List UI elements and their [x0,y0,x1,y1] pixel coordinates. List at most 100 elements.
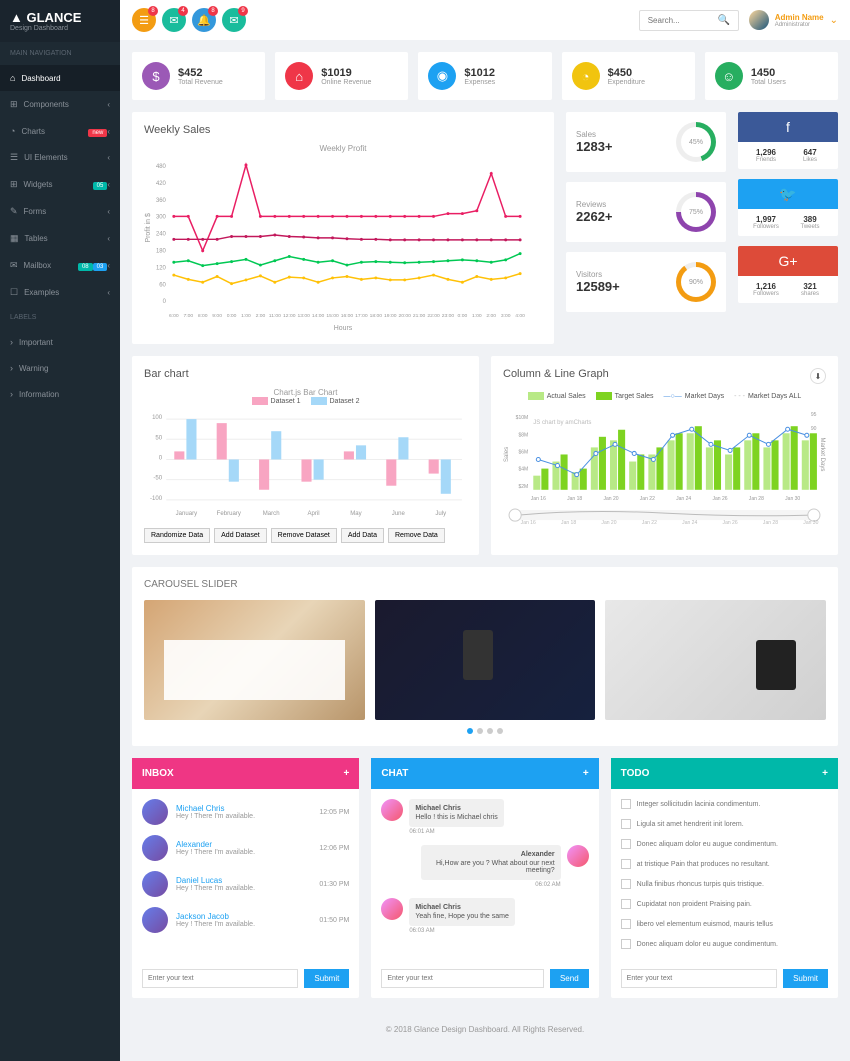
checkbox[interactable] [621,939,631,949]
nav-item-charts[interactable]: ◔Chartsnew‹ [0,118,120,144]
svg-text:180: 180 [156,248,167,254]
inbox-expand[interactable]: + [343,768,349,779]
nav-item-mailbox[interactable]: ✉Mailbox0803‹ [0,252,120,279]
svg-text:February: February [217,511,242,517]
svg-text:$6M: $6M [518,450,528,456]
nav-label-warning[interactable]: ›Warning [0,355,120,381]
inbox-item[interactable]: Michael ChrisHey ! There I'm available.1… [142,799,349,825]
svg-text:3:00: 3:00 [501,313,511,319]
download-icon[interactable]: ⬇ [810,368,826,384]
chart-btn-add-dataset[interactable]: Add Dataset [214,528,267,543]
svg-text:Jan 20: Jan 20 [601,520,616,525]
chart-btn-remove-dataset[interactable]: Remove Dataset [271,528,337,543]
todo-item[interactable]: Donec aliquam dolor eu augue condimentum… [621,839,828,849]
chat-send-button[interactable]: Send [550,969,589,988]
search-input[interactable] [648,16,718,25]
weekly-sales-card: Weekly Sales Weekly Profit Profit in $ 4… [132,112,554,344]
svg-text:9:00: 9:00 [212,313,222,319]
carousel-dots[interactable] [144,728,826,734]
top-icon-1[interactable]: ✉4 [162,8,186,32]
checkbox[interactable] [621,839,631,849]
svg-text:13:00: 13:00 [297,313,310,319]
todo-expand[interactable]: + [822,768,828,779]
checkbox[interactable] [621,879,631,889]
metric-visitors: Visitors12589+90% [566,252,726,312]
todo-item[interactable]: Cupidatat non proident Praising pain. [621,899,828,909]
column-line-chart: SalesMarket Days$10M$8M$6M$4M$2M95908580… [503,404,826,505]
chat-input[interactable] [381,969,544,988]
todo-item[interactable]: Nulla finibus rhoncus turpis quis tristi… [621,879,828,889]
svg-text:JS chart by amCharts: JS chart by amCharts [533,420,591,426]
svg-text:23:00: 23:00 [442,313,455,319]
nav-label-information[interactable]: ›Information [0,381,120,407]
checkbox[interactable] [621,819,631,829]
nav-item-components[interactable]: ⊞Components‹ [0,91,120,118]
time-scroller[interactable]: Jan 16Jan 18Jan 20Jan 22Jan 24Jan 26Jan … [503,505,826,525]
svg-text:11:00: 11:00 [269,313,281,319]
todo-submit-button[interactable]: Submit [783,969,828,988]
svg-text:1:00: 1:00 [472,313,482,319]
inbox-item[interactable]: Jackson JacobHey ! There I'm available.0… [142,907,349,933]
svg-text:Jan 16: Jan 16 [521,520,536,525]
logo: ▲ GLANCE Design Dashboard [0,0,120,42]
checkbox[interactable] [621,899,631,909]
social-card[interactable]: 🐦1,997Followers389Tweets [738,179,838,236]
todo-item[interactable]: libero vel elementum euismod, mauris tel… [621,919,828,929]
todo-item[interactable]: Ligula sit amet hendrerit init lorem. [621,819,828,829]
nav-item-widgets[interactable]: ⊞Widgets05‹ [0,171,120,198]
svg-text:Jan 30: Jan 30 [785,496,800,502]
nav-item-dashboard[interactable]: ⌂Dashboard [0,65,120,91]
search-box[interactable]: 🔍 [639,10,739,31]
chart-btn-add-data[interactable]: Add Data [341,528,384,543]
top-icon-3[interactable]: ✉9 [222,8,246,32]
svg-text:-100: -100 [150,496,163,502]
svg-text:8:00: 8:00 [198,313,208,319]
inbox-item[interactable]: AlexanderHey ! There I'm available.12:06… [142,835,349,861]
social-card[interactable]: f1,296Friends647Likes [738,112,838,169]
footer: © 2018 Glance Design Dashboard. All Righ… [132,1010,838,1049]
todo-item[interactable]: Integer sollicitudin lacinia condimentum… [621,799,828,809]
svg-text:May: May [350,511,362,517]
inbox-submit-button[interactable]: Submit [304,969,349,988]
nav-item-ui-elements[interactable]: ☰UI Elements‹ [0,144,120,171]
svg-text:120: 120 [156,265,167,271]
top-icon-2[interactable]: 🔔8 [192,8,216,32]
carousel-image-1[interactable] [144,600,365,720]
svg-text:Jan 18: Jan 18 [561,520,576,525]
svg-text:March: March [263,511,280,517]
svg-text:$2M: $2M [518,484,528,490]
inbox-item[interactable]: Daniel LucasHey ! There I'm available.01… [142,871,349,897]
nav-item-tables[interactable]: ▦Tables‹ [0,225,120,252]
svg-text:60: 60 [159,282,166,288]
svg-text:0: 0 [159,456,163,462]
chart-btn-remove-data[interactable]: Remove Data [388,528,445,543]
svg-text:Jan 28: Jan 28 [749,496,764,502]
carousel-image-2[interactable] [375,600,596,720]
chart-btn-randomize-data[interactable]: Randomize Data [144,528,210,543]
column-line-card: Column & Line Graph ⬇ Actual Sales Targe… [491,356,838,555]
carousel-slider: CAROUSEL SLIDER [132,567,838,746]
svg-text:12:00: 12:00 [283,313,296,319]
checkbox[interactable] [621,859,631,869]
inbox-input[interactable] [142,969,298,988]
chat-expand[interactable]: + [583,768,589,779]
social-card[interactable]: G+1,216Followers321shares [738,246,838,303]
top-icon-0[interactable]: ☰8 [132,8,156,32]
metric-reviews: Reviews2262+75% [566,182,726,242]
inbox-panel: INBOX+ Michael ChrisHey ! There I'm avai… [132,758,359,998]
admin-menu[interactable]: Admin Name Administrator ⌄ [749,10,838,30]
nav-item-examples[interactable]: ☐Examples‹ [0,279,120,306]
search-icon: 🔍 [718,15,730,26]
svg-text:2:00: 2:00 [486,313,496,319]
checkbox[interactable] [621,919,631,929]
todo-input[interactable] [621,969,777,988]
svg-text:0: 0 [163,299,167,305]
svg-text:95: 95 [811,412,817,418]
nav-label-important[interactable]: ›Important [0,329,120,355]
checkbox[interactable] [621,799,631,809]
todo-item[interactable]: at tristique Pain that produces no resul… [621,859,828,869]
carousel-image-3[interactable] [605,600,826,720]
nav-item-forms[interactable]: ✎Forms‹ [0,198,120,225]
todo-item[interactable]: Donec aliquam dolor eu augue condimentum… [621,939,828,949]
bar-chart: -100-50050100JanuaryFebruaryMarchAprilMa… [144,409,467,520]
